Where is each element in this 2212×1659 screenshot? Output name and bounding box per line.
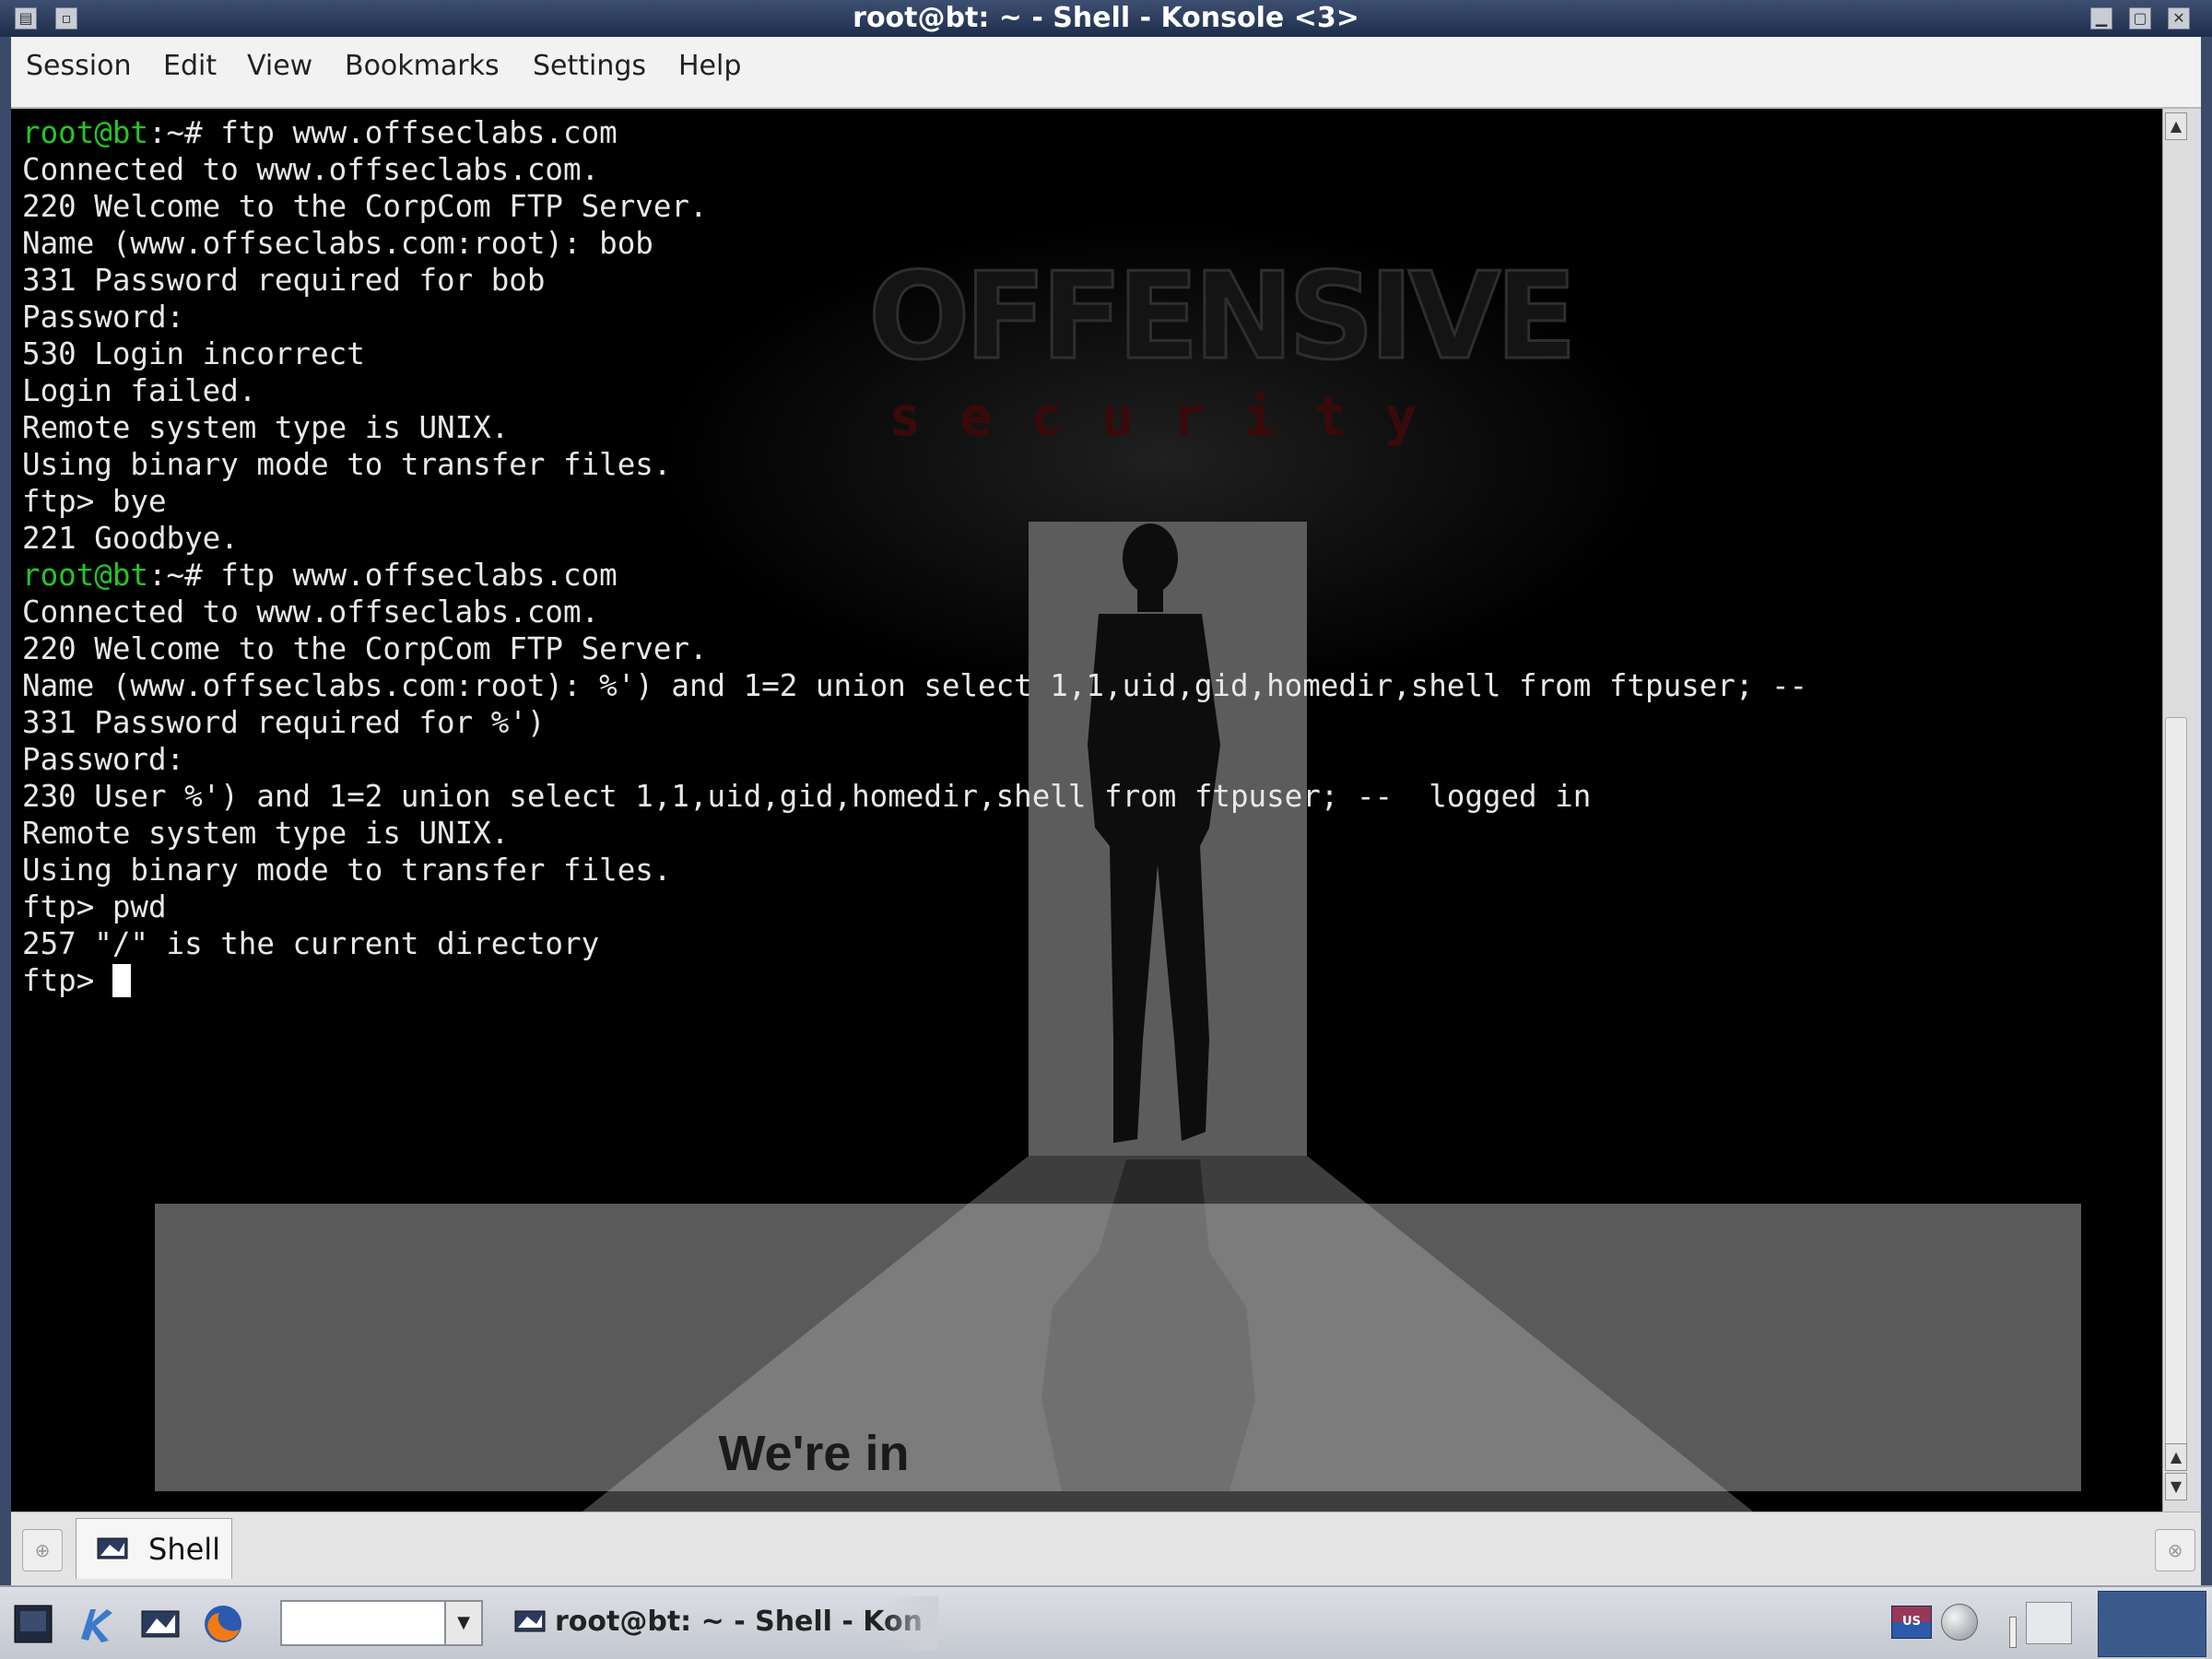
terminal-line: 530 Login incorrect bbox=[22, 336, 365, 371]
terminal-line: 331 Password required for %') bbox=[22, 705, 546, 740]
window-title: root@bt: ~ - Shell - Konsole <3> bbox=[853, 2, 1359, 34]
terminal-line: ftp> pwd bbox=[22, 889, 167, 924]
taskbar-task-label: root@bt: ~ - Shell - Kon bbox=[555, 1606, 923, 1638]
keyboard-layout-flag-icon[interactable]: US bbox=[1891, 1606, 1932, 1639]
terminal-icon bbox=[97, 1537, 128, 1559]
menubar: Session Edit View Bookmarks Settings Hel… bbox=[11, 37, 2201, 109]
kde-k-icon[interactable] bbox=[72, 1602, 116, 1646]
prompt-user: root@bt bbox=[22, 558, 148, 593]
close-tab-button[interactable]: ⊗ bbox=[2155, 1529, 2195, 1571]
terminal-line: Name (www.offseclabs.com:root): bob bbox=[22, 226, 653, 261]
keyboard-layout-label: US bbox=[1902, 1615, 1921, 1629]
terminal-line: Password: bbox=[22, 300, 185, 335]
scroll-up-arrow-icon[interactable]: ▲ bbox=[2165, 112, 2187, 140]
terminal-line: 331 Password required for bob bbox=[22, 263, 546, 298]
maximize-button[interactable]: ▢ bbox=[2129, 7, 2151, 29]
scroll-down-arrow-icon[interactable]: ▼ bbox=[2165, 1473, 2187, 1500]
terminal-line: root@bt:~# ftp www.offseclabs.com bbox=[22, 557, 1807, 594]
terminal-line: Connected to www.offseclabs.com. bbox=[22, 152, 600, 187]
terminal-line: Using binary mode to transfer files. bbox=[22, 447, 672, 482]
network-icon[interactable] bbox=[1941, 1604, 1978, 1641]
terminal-line: Connected to www.offseclabs.com. bbox=[22, 594, 600, 629]
taskbar: ▼ root@bt: ~ - Shell - Kon US bbox=[0, 1585, 2212, 1659]
terminal-line: 221 Goodbye. bbox=[22, 521, 239, 556]
window-border-left bbox=[0, 37, 11, 1585]
scroll-up-arrow-bottom-icon[interactable]: ▲ bbox=[2165, 1443, 2187, 1471]
terminal-view[interactable]: OFFENSIVE security We're in root@bt:~# f… bbox=[11, 109, 2162, 1512]
menu-settings[interactable]: Settings bbox=[533, 50, 646, 82]
menu-help[interactable]: Help bbox=[678, 50, 741, 82]
terminal-line: Login failed. bbox=[22, 373, 257, 408]
overlay-caption: We're in bbox=[718, 1426, 910, 1481]
current-prompt-text: ftp> bbox=[22, 963, 112, 998]
terminal-line: root@bt:~# ftp www.offseclabs.com bbox=[22, 114, 1807, 151]
terminal-line: 230 User %') and 1=2 union select 1,1,ui… bbox=[22, 779, 1592, 814]
firefox-icon[interactable] bbox=[201, 1602, 245, 1646]
terminal-line: ftp> bye bbox=[22, 484, 167, 519]
overlay-caption-wrap: We're in bbox=[155, 1204, 2081, 1491]
terminal-current-prompt[interactable]: ftp> bbox=[22, 962, 1807, 999]
terminal-line: 220 Welcome to the CorpCom FTP Server. bbox=[22, 189, 708, 224]
scrollbar-thumb[interactable] bbox=[2165, 717, 2187, 1454]
tab-label: Shell bbox=[148, 1532, 221, 1567]
tabbar: ⊕ Shell ⊗ bbox=[11, 1512, 2201, 1585]
menu-edit[interactable]: Edit bbox=[163, 50, 217, 82]
taskbar-task-fade bbox=[883, 1596, 938, 1650]
app-menu-icon[interactable] bbox=[11, 1602, 55, 1646]
konsole-icon[interactable] bbox=[138, 1602, 182, 1646]
window-titlebar[interactable]: ▤ ▫ root@bt: ~ - Shell - Konsole <3> ▁ ▢… bbox=[0, 0, 2212, 37]
window-border-right bbox=[2201, 37, 2212, 1585]
prompt-command: :~# ftp www.offseclabs.com bbox=[147, 558, 618, 593]
menu-bookmarks[interactable]: Bookmarks bbox=[345, 50, 500, 82]
menu-session[interactable]: Session bbox=[26, 50, 131, 82]
terminal-line: Remote system type is UNIX. bbox=[22, 410, 510, 445]
text-cursor bbox=[112, 964, 131, 997]
terminal-scrollbar[interactable]: ▲ ▲ ▼ bbox=[2162, 109, 2190, 1512]
terminal-icon bbox=[514, 1610, 546, 1632]
show-desktop-icon[interactable] bbox=[2026, 1602, 2072, 1644]
terminal-line: Using binary mode to transfer files. bbox=[22, 853, 672, 888]
prompt-user: root@bt bbox=[22, 115, 148, 150]
terminal-line: Name (www.offseclabs.com:root): %') and … bbox=[22, 668, 1808, 703]
menu-view[interactable]: View bbox=[247, 50, 312, 82]
pager-desktop-1[interactable] bbox=[2098, 1591, 2206, 1657]
terminal-line: 257 "/" is the current directory bbox=[22, 926, 600, 961]
close-button[interactable]: ✕ bbox=[2168, 7, 2190, 29]
terminal-line: 220 Welcome to the CorpCom FTP Server. bbox=[22, 631, 708, 666]
prompt-command: :~# ftp www.offseclabs.com bbox=[147, 115, 618, 150]
tray-separator bbox=[2009, 1617, 2017, 1648]
terminal-line: Remote system type is UNIX. bbox=[22, 816, 510, 851]
chevron-down-icon[interactable]: ▼ bbox=[444, 1600, 483, 1646]
terminal-line: Password: bbox=[22, 742, 185, 777]
minimize-button[interactable]: ▁ bbox=[2090, 7, 2112, 29]
terminal-output: root@bt:~# ftp www.offseclabs.com Connect… bbox=[22, 114, 1807, 999]
taskbar-task-konsole[interactable]: root@bt: ~ - Shell - Kon bbox=[505, 1596, 938, 1650]
new-tab-button[interactable]: ⊕ bbox=[22, 1529, 63, 1571]
tab-shell[interactable]: Shell bbox=[76, 1518, 232, 1579]
